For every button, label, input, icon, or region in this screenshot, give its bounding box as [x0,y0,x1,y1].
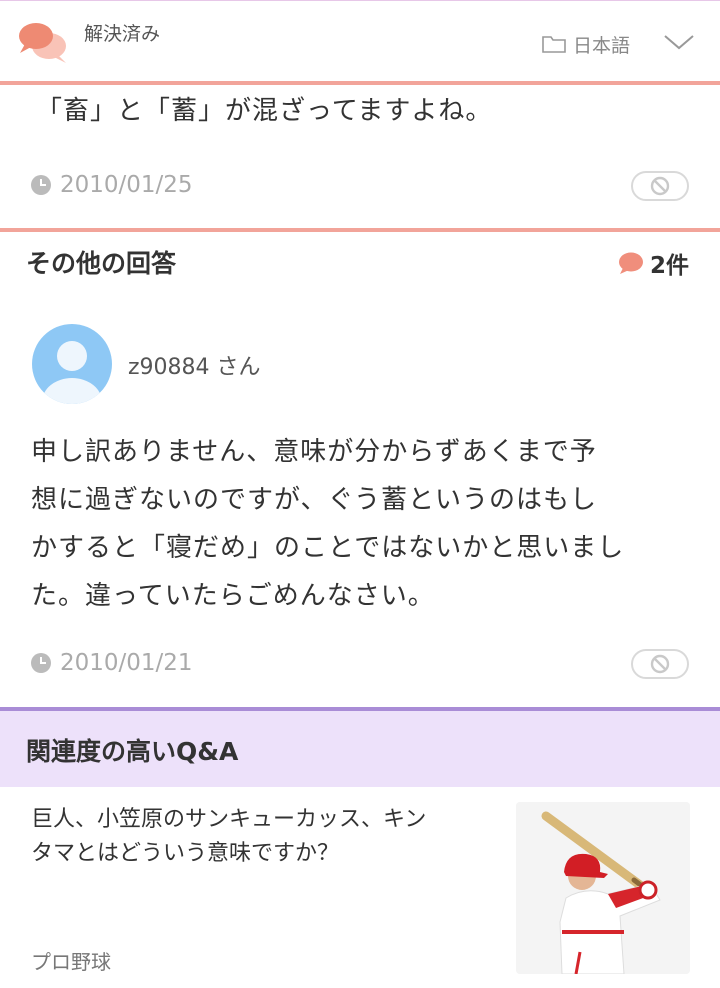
divider [0,228,720,232]
date-text: 2010/01/25 [60,172,193,198]
top-bar: 解決済み 日本語 [0,0,720,83]
related-qa-heading: 関連度の高いQ&A [26,737,239,766]
chat-bubbles-icon [19,23,66,63]
related-qa-header: 関連度の高いQ&A [0,711,720,787]
answer-line: かすると「寝だめ」のことではないかと思いまし [31,533,625,563]
baseball-player-image [516,802,690,974]
clock-icon [31,175,51,195]
answer-line: た。違っていたらごめんなさい。 [31,581,435,611]
folder-icon [542,36,566,53]
answer-line: 申し訳ありません、意味が分からずあくまで予 [31,437,597,467]
prohibit-icon [650,176,670,196]
chevron-down-icon[interactable] [662,31,696,53]
best-answer-text: 「畜」と「蓄」が混ざってますよね。 [36,96,493,126]
avatar[interactable] [32,324,112,404]
prohibit-icon [650,654,670,674]
other-answers-heading: その他の回答 [26,249,177,278]
question-line: 巨人、小笠原のサンキューカッス、キン [31,807,427,832]
answer-line: 想に過ぎないのですが、ぐう蓄というのはもし [31,485,597,515]
answer-username[interactable]: z90884 さん [128,349,261,381]
resolved-status: 解決済み [84,23,161,45]
answer-body: 申し訳ありません、意味が分からずあくまで予 想に過ぎないのですが、ぐう蓄というの… [31,428,691,620]
best-answer-date: 2010/01/25 [30,172,193,198]
related-question-link[interactable]: 巨人、小笠原のサンキューカッス、キン タマとはどういう意味ですか？ [31,803,501,871]
divider [0,81,720,85]
answer-date: 2010/01/21 [30,650,193,676]
question-category[interactable]: プロ野球 [31,946,111,975]
language-label: 日本語 [573,34,631,57]
comment-icon [619,252,643,274]
answer-count: 2件 [618,246,689,280]
report-button[interactable] [631,171,689,201]
baseball-player-thumbnail[interactable] [516,802,690,974]
clock-icon [31,653,51,673]
date-text: 2010/01/21 [60,650,193,676]
report-button[interactable] [631,649,689,679]
language-selector[interactable]: 日本語 [541,31,630,57]
question-line: タマとはどういう意味ですか？ [31,841,340,866]
count-label: 2件 [650,253,690,279]
